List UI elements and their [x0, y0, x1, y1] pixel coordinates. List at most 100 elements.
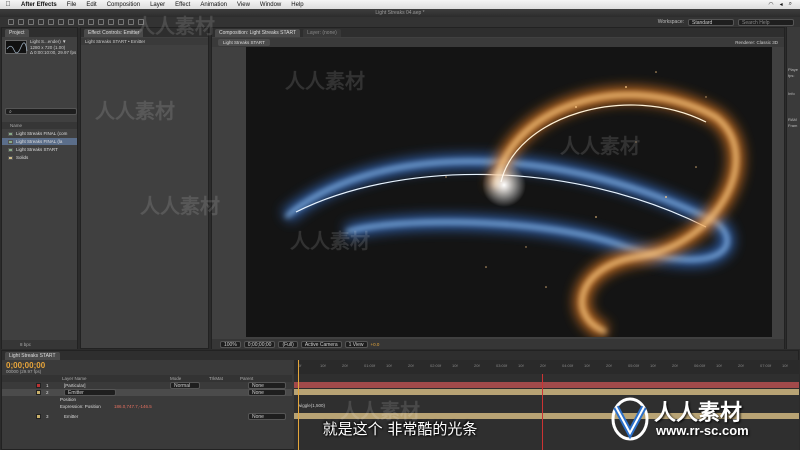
hand-tool-icon[interactable] — [18, 19, 24, 25]
ruler-tick-label: 10f — [584, 363, 590, 368]
status-icons: ◠ ◂ ⌕ — [768, 1, 800, 8]
menu-window[interactable]: Window — [255, 2, 286, 8]
search-help-input[interactable]: Search Help — [738, 18, 794, 26]
property-row[interactable]: Position — [2, 396, 292, 403]
mode-select[interactable]: Normal — [170, 382, 200, 389]
layer-row[interactable]: 2 Emitter None — [2, 389, 292, 396]
spotlight-icon[interactable]: ⌕ — [789, 1, 792, 8]
parent-select[interactable]: None — [248, 389, 286, 396]
layer-row[interactable]: 1 [Particular] Normal None — [2, 382, 292, 389]
project-item[interactable]: Solids — [2, 154, 77, 161]
expression-row[interactable]: Expression: Position — [2, 403, 112, 410]
info-item[interactable]: Info — [787, 91, 800, 97]
tab-timeline[interactable]: Light Streaks START — [5, 352, 60, 360]
type-tool-icon[interactable] — [88, 19, 94, 25]
folder-icon — [8, 156, 13, 160]
col-layer-name[interactable]: Layer Name — [62, 375, 87, 382]
property-name[interactable]: Position — [60, 396, 76, 403]
clone-tool-icon[interactable] — [108, 19, 114, 25]
app-menu[interactable]: After Effects — [16, 2, 62, 8]
menu-animation[interactable]: Animation — [195, 2, 232, 8]
volume-icon[interactable]: ◂ — [780, 1, 783, 8]
ruler-tick-label: 02:00f — [430, 363, 442, 368]
label-color[interactable] — [36, 383, 41, 388]
site-logo: 人人素材 www.rr-sc.com — [610, 393, 798, 448]
eraser-tool-icon[interactable] — [118, 19, 124, 25]
workspace-select[interactable]: Standard — [688, 18, 734, 26]
project-item-label: Light Streaks FINAL (la — [16, 139, 63, 144]
ruler-tick-label: 20f — [738, 363, 744, 368]
label-color[interactable] — [36, 390, 41, 395]
layer-number: 3 — [46, 414, 49, 419]
tool-group — [0, 19, 144, 25]
menu-effect[interactable]: Effect — [170, 2, 195, 8]
col-trkmat[interactable]: TrkMat — [209, 375, 223, 382]
camera-tool-icon[interactable] — [48, 19, 54, 25]
bit-depth-button[interactable]: 8 bpc — [20, 342, 31, 347]
composition-viewer[interactable] — [246, 47, 772, 337]
project-item[interactable]: Light Streaks START — [2, 146, 77, 153]
pan-behind-tool-icon[interactable] — [58, 19, 64, 25]
menu-help[interactable]: Help — [286, 2, 308, 8]
zoom-tool-icon[interactable] — [28, 19, 34, 25]
tab-effect-controls[interactable]: Effect Controls: Emitter — [84, 29, 144, 37]
brush-tool-icon[interactable] — [98, 19, 104, 25]
layer-name[interactable]: Emitter — [64, 389, 116, 396]
exposure-value[interactable]: +0.0 — [371, 342, 380, 347]
ruler-tick-label: 20f — [342, 363, 348, 368]
project-column-name[interactable]: Name — [2, 122, 77, 129]
expression-text[interactable]: wiggle(1,500) — [298, 403, 325, 408]
layer-number: 2 — [46, 390, 49, 395]
comp-info: Light S...ender) ▼ 1280 x 720 (1.00) Δ 0… — [30, 39, 78, 56]
project-search-input[interactable]: ⌕ — [5, 108, 77, 115]
layer-name[interactable]: [Particular] — [64, 382, 86, 389]
timeline-fps: 00000 (29.97 fps) — [6, 369, 42, 374]
camera-select[interactable]: Active Camera — [300, 340, 342, 348]
menu-composition[interactable]: Composition — [102, 2, 145, 8]
viewer-timecode[interactable]: 0;00;00;00 — [243, 340, 276, 348]
renderer-label[interactable]: Renderer: Classic 3D — [735, 39, 778, 46]
project-item[interactable]: Light Streaks FINAL (com — [2, 130, 77, 137]
rotate-tool-icon[interactable] — [38, 19, 44, 25]
parent-select[interactable]: None — [248, 382, 286, 389]
menu-layer[interactable]: Layer — [145, 2, 170, 8]
project-item-label: Solids — [16, 155, 29, 160]
time-ruler[interactable]: 0f 10f 20f 01:00f 10f 20f 02:00f 10f 20f 03:00f 10… — [294, 360, 799, 374]
roto-tool-icon[interactable] — [128, 19, 134, 25]
project-item-label: Light Streaks FINAL (com — [16, 131, 68, 136]
position-value[interactable]: 186.0,747.7,-146.5 — [114, 403, 152, 410]
layer-bar[interactable] — [294, 382, 799, 388]
project-item[interactable]: Light Streaks FINAL (la — [2, 138, 77, 145]
comp-tabrow: Composition: Light Streaks START Layer: … — [212, 28, 784, 37]
layer-number: 1 — [46, 383, 49, 388]
views-select[interactable]: 1 View — [344, 340, 368, 348]
timeline-column-header: Layer Name Mode TrkMat Parent — [2, 375, 292, 382]
zoom-select[interactable]: 100% — [220, 340, 241, 348]
wifi-icon[interactable]: ◠ — [768, 1, 773, 8]
tab-composition[interactable]: Composition: Light Streaks START — [215, 29, 301, 37]
ruler-tick-label: 03:00f — [496, 363, 508, 368]
menu-edit[interactable]: Edit — [81, 2, 101, 8]
layer-name[interactable]: Emitter — [64, 413, 78, 420]
ruler-tick-label: 20f — [474, 363, 480, 368]
tab-project[interactable]: Project — [5, 29, 29, 37]
tab-layer[interactable]: Layer: (none) — [303, 29, 341, 37]
col-mode[interactable]: Mode — [170, 375, 181, 382]
menu-file[interactable]: File — [62, 2, 82, 8]
project-item-label: Light Streaks START — [16, 147, 58, 152]
mask-tool-icon[interactable] — [68, 19, 74, 25]
project-footer: 8 bpc — [2, 340, 77, 349]
resolution-select[interactable]: (Full) — [278, 340, 298, 348]
pen-tool-icon[interactable] — [78, 19, 84, 25]
logo-url: www.rr-sc.com — [656, 423, 749, 438]
label-color[interactable] — [36, 414, 41, 419]
composition-panel: Composition: Light Streaks START Layer: … — [211, 27, 785, 349]
comp-flowchart-tab[interactable]: Light Streaks START — [218, 39, 270, 46]
selection-tool-icon[interactable] — [8, 19, 14, 25]
info-item[interactable]: Fram — [787, 123, 800, 129]
ruler-tick-label: 10f — [782, 363, 788, 368]
col-parent[interactable]: Parent — [240, 375, 253, 382]
puppet-tool-icon[interactable] — [138, 19, 144, 25]
menu-view[interactable]: View — [232, 2, 255, 8]
apple-menu-icon[interactable]:  — [0, 1, 16, 8]
